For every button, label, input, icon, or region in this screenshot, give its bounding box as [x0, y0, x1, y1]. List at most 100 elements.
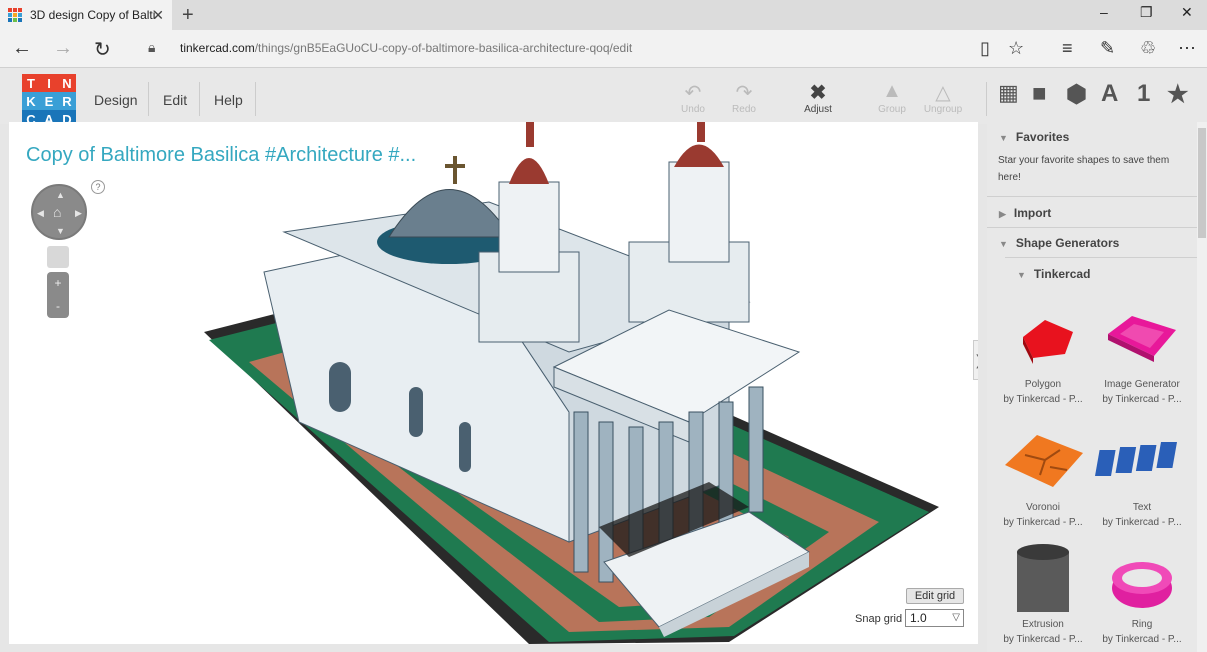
tinkercad-logo[interactable]: T I N K E R C A D: [22, 74, 76, 128]
extrusion-shape-icon: [1017, 544, 1069, 620]
undo-label: Undo: [681, 104, 705, 115]
section-divider: [987, 227, 1197, 228]
design-title[interactable]: Copy of Baltimore Basilica #Architecture…: [26, 144, 416, 167]
url-field[interactable]: tinkercad.com/things/gnB5EaGUoCU-copy-of…: [180, 41, 632, 55]
redo-button[interactable]: ↷ Redo: [719, 80, 769, 115]
image-generator-shape-icon: [1108, 316, 1176, 362]
new-tab-button[interactable]: +: [182, 4, 194, 27]
chevron-down-icon: ▼: [999, 239, 1008, 249]
shape-ring[interactable]: Ring by Tinkercad - P...: [1094, 542, 1190, 645]
app-header: T I N K E R C A D Design Edit Help ↶ Undo…: [0, 68, 1207, 128]
scrollbar-thumb[interactable]: [1198, 128, 1206, 238]
shape-generators-section[interactable]: ▼ Shape Generators: [999, 236, 1119, 250]
orbit-right-icon[interactable]: ▶: [75, 208, 82, 219]
shape-polygon[interactable]: Polygon by Tinkercad - P...: [995, 302, 1091, 405]
snap-grid-label: Snap grid: [855, 613, 903, 625]
tinkercad-favicon: [8, 8, 22, 22]
numbers-tab[interactable]: 1: [1137, 80, 1150, 108]
more-icon[interactable]: ⋯: [1178, 38, 1196, 59]
shape-author: by Tinkercad - P...: [1003, 394, 1083, 405]
logo-letter: N: [58, 74, 76, 92]
close-window-icon[interactable]: ✕: [1181, 4, 1193, 21]
orbit-control[interactable]: ▲ ▼ ◀ ▶ ⌂: [31, 184, 87, 240]
shape-extrusion[interactable]: Extrusion by Tinkercad - P...: [995, 542, 1091, 645]
reading-view-icon[interactable]: ▯: [980, 38, 990, 59]
tab-close-icon[interactable]: ✕: [152, 7, 164, 24]
favorites-section[interactable]: ▼ Favorites: [999, 130, 1069, 144]
shape-author: by Tinkercad - P...: [1003, 517, 1083, 528]
orbit-down-icon[interactable]: ▼: [56, 226, 65, 236]
menu-divider: [199, 82, 200, 116]
ungroup-icon: △: [935, 82, 951, 104]
import-section[interactable]: ▶ Import: [999, 206, 1051, 220]
favorites-tab[interactable]: ★: [1167, 80, 1189, 109]
logo-letter: I: [40, 74, 58, 92]
adjust-icon: ✖: [809, 82, 827, 104]
section-divider: [987, 196, 1197, 197]
tinkercad-subsection[interactable]: ▼ Tinkercad: [1017, 267, 1090, 281]
shapes-icon[interactable]: ⬢: [1066, 80, 1087, 109]
letters-tab[interactable]: A: [1101, 80, 1118, 108]
minimize-icon[interactable]: –: [1100, 4, 1108, 20]
import-label: Import: [1013, 206, 1052, 220]
undo-button[interactable]: ↶ Undo: [668, 80, 718, 115]
address-bar: ← → ↻ 🔒︎ tinkercad.com/things/gnB5EaGUoC…: [0, 30, 1207, 68]
group-label: Group: [878, 104, 906, 115]
menu-edit[interactable]: Edit: [163, 92, 187, 108]
zoom-in-button[interactable]: +: [47, 272, 69, 295]
zoom-out-button[interactable]: -: [47, 295, 69, 318]
logo-letter: R: [58, 92, 76, 110]
panel-scrollbar[interactable]: [1197, 122, 1207, 652]
box-icon[interactable]: ■: [1032, 80, 1047, 108]
url-path: /things/gnB5EaGUoCU-copy-of-baltimore-ba…: [254, 41, 633, 55]
restore-icon[interactable]: ❐: [1140, 4, 1153, 21]
menu-divider: [148, 82, 149, 116]
section-divider: [1005, 257, 1197, 258]
share-icon[interactable]: ♲: [1140, 38, 1156, 59]
text-shape-icon: [1095, 442, 1178, 476]
grid-icon[interactable]: ▦: [998, 80, 1019, 106]
shape-generators-label: Shape Generators: [1015, 236, 1120, 250]
snap-grid-select[interactable]: 1.0 ▽: [905, 609, 964, 627]
browser-tab[interactable]: 3D design Copy of Balti ✕: [0, 0, 172, 30]
shape-text[interactable]: Text by Tinkercad - P...: [1094, 425, 1190, 528]
redo-icon: ↷: [735, 82, 753, 104]
panel-expander-icon[interactable]: ❯: [973, 340, 978, 380]
ungroup-label: Ungroup: [923, 104, 963, 115]
workplane-viewport[interactable]: Copy of Baltimore Basilica #Architecture…: [9, 122, 978, 644]
forward-icon[interactable]: →: [53, 37, 73, 60]
favorite-star-icon[interactable]: ☆: [1008, 38, 1024, 59]
shape-author: by Tinkercad - P...: [1003, 634, 1083, 645]
refresh-icon[interactable]: ↻: [94, 37, 111, 62]
orbit-left-icon[interactable]: ◀: [37, 208, 44, 219]
menu-design[interactable]: Design: [94, 92, 138, 108]
shape-name: Image Generator: [1104, 379, 1180, 390]
toolbar-divider: [986, 82, 987, 116]
ring-shape-icon: [1112, 562, 1172, 608]
orbit-up-icon[interactable]: ▲: [56, 190, 65, 200]
menu-help[interactable]: Help: [214, 92, 243, 108]
snap-grid-value: 1.0: [910, 611, 927, 625]
shape-name: Extrusion: [1022, 619, 1064, 630]
logo-letter: T: [22, 74, 40, 92]
edit-grid-button[interactable]: Edit grid: [906, 588, 964, 604]
menu-divider: [255, 82, 256, 116]
ungroup-button[interactable]: △ Ungroup: [918, 80, 968, 115]
browser-tab-bar: 3D design Copy of Balti ✕ + – ❐ ✕: [0, 0, 1207, 30]
view-cube-icon[interactable]: [47, 246, 69, 268]
shape-name: Voronoi: [1026, 502, 1060, 513]
logo-letter: E: [40, 92, 58, 110]
back-icon[interactable]: ←: [12, 37, 32, 60]
shape-voronoi[interactable]: Voronoi by Tinkercad - P...: [995, 425, 1091, 528]
shape-author: by Tinkercad - P...: [1102, 634, 1182, 645]
home-icon[interactable]: ⌂: [53, 204, 61, 220]
basilica-3d-model[interactable]: [9, 122, 978, 644]
chevron-down-icon: ▼: [1017, 270, 1026, 280]
favorites-label: Favorites: [1015, 130, 1070, 144]
adjust-button[interactable]: ✖ Adjust: [793, 80, 843, 115]
hub-icon[interactable]: ≡: [1062, 38, 1073, 59]
help-icon[interactable]: ?: [91, 180, 105, 194]
group-button[interactable]: ▲ Group: [867, 80, 917, 115]
shape-image-generator[interactable]: Image Generator by Tinkercad - P...: [1094, 302, 1190, 405]
web-note-icon[interactable]: ✎: [1100, 38, 1115, 59]
